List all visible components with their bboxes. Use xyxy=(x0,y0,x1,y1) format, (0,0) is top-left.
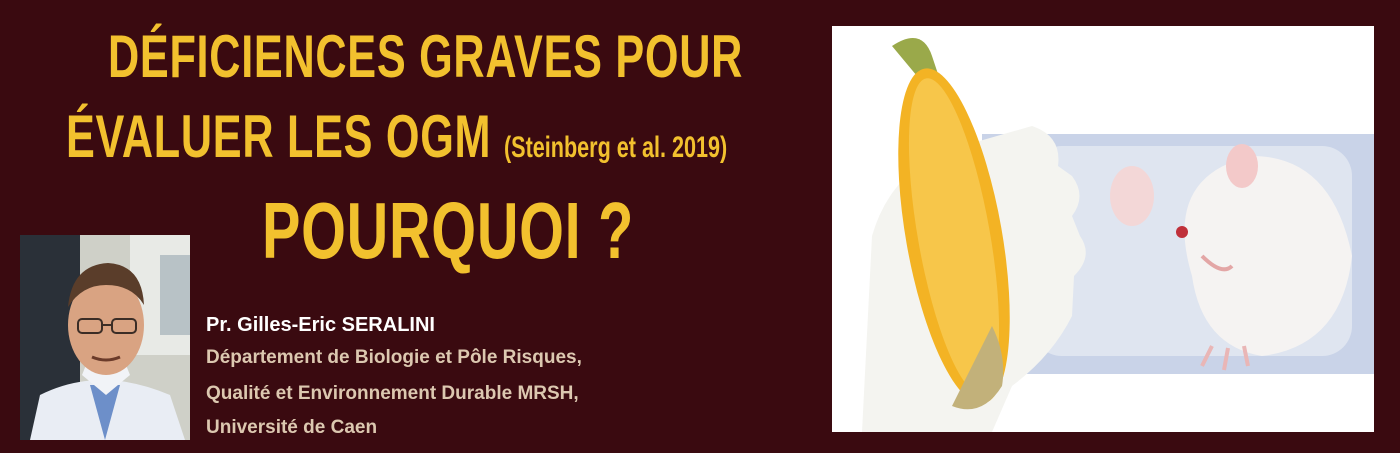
citation: (Steinberg et al. 2019) xyxy=(503,131,728,164)
affiliation-line-1: Département de Biologie et Pôle Risques, xyxy=(206,347,582,368)
headline-line-2-text: ÉVALUER LES OGM xyxy=(66,103,492,170)
author-portrait-image xyxy=(20,235,190,440)
corn-and-rat-photo xyxy=(832,26,1374,432)
headline-line-2: ÉVALUER LES OGM (Steinberg et al. 2019) xyxy=(66,102,727,171)
headline-line-1: DÉFICIENCES GRAVES POUR xyxy=(108,23,744,90)
author-name: Pr. Gilles-Eric SERALINI xyxy=(206,314,435,336)
headline-line-3: POURQUOI ? xyxy=(262,186,635,275)
affiliation-line-3: Université de Caen xyxy=(206,417,378,438)
affiliation-line-2: Qualité et Environnement Durable MRSH, xyxy=(206,383,579,404)
